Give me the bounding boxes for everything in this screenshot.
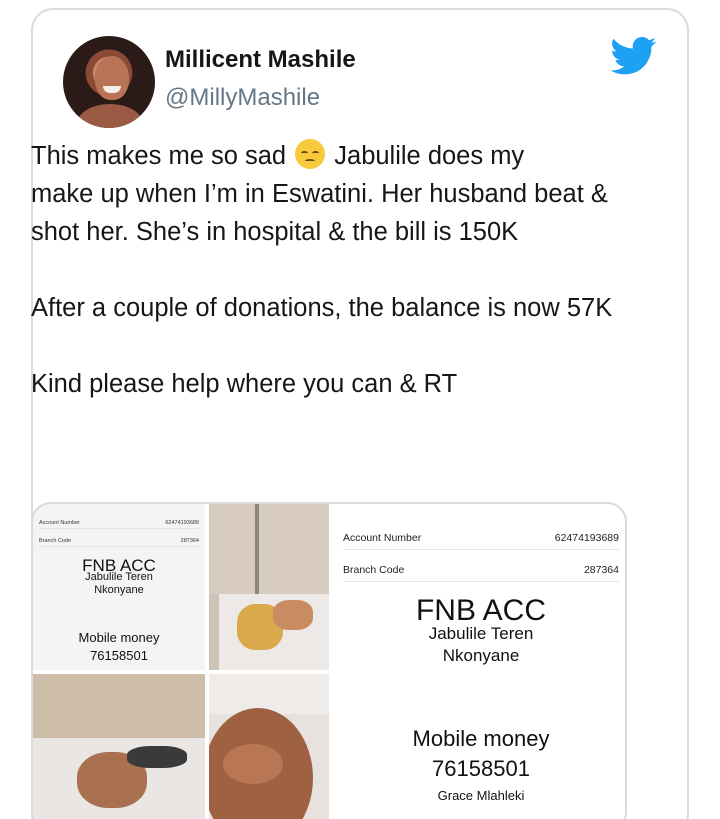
avatar[interactable] [63, 36, 155, 128]
account-value: 62474193689 [554, 532, 619, 544]
branch-row: Branch Code 287364 [343, 564, 619, 582]
disappointed-face-icon [295, 139, 326, 169]
mini-account-row: Account Number 62474193689 [39, 520, 199, 529]
twitter-bird-icon[interactable] [611, 36, 657, 76]
media-photo-hospital-2[interactable] [33, 674, 205, 819]
account-label: Account Number [343, 532, 422, 544]
display-name[interactable]: Millicent Mashile [165, 46, 356, 74]
tweet-text-start: This makes me so sad [31, 142, 294, 170]
tweet-text-body: make up when I’m in Eswatini. Her husban… [31, 180, 613, 398]
mobile-money-name: Grace Mlahleki [437, 788, 525, 803]
mini-branch-value: 287364 [180, 538, 199, 544]
media-receipt-small[interactable]: Account Number 62474193689 Branch Code 2… [33, 504, 205, 670]
mobile-money-label: Mobile money [412, 726, 550, 751]
tweet-text-line1-end: Jabulile does my [327, 142, 525, 170]
account-row: Account Number 62474193689 [343, 532, 619, 550]
mini-branch-label: Branch Code [39, 538, 72, 544]
media-receipt-large[interactable]: Account Number 62474193689 Branch Code 2… [333, 504, 625, 819]
mini-mobile-number: 76158501 [90, 648, 148, 663]
mobile-money-number: 76158501 [432, 756, 530, 781]
account-holder-name2: Nkonyane [442, 646, 520, 665]
branch-label: Branch Code [343, 564, 405, 576]
branch-value: 287364 [583, 564, 619, 576]
mini-name1: Jabulile Teren [85, 571, 153, 583]
mini-branch-row: Branch Code 287364 [39, 538, 199, 547]
media-grid[interactable]: Account Number 62474193689 Branch Code 2… [31, 502, 627, 819]
mini-name2: Nkonyane [94, 584, 144, 596]
bank-name: FNB ACC [415, 594, 547, 627]
mini-mobile-label: Mobile money [78, 630, 160, 645]
media-photo-closeup[interactable] [209, 674, 329, 819]
tweet-text: This makes me so sad Jabulile does my ma… [31, 137, 631, 403]
user-handle[interactable]: @MillyMashile [165, 84, 320, 112]
account-holder-name1: Jabulile Teren [428, 624, 534, 643]
media-photo-hospital-1[interactable] [209, 504, 329, 670]
mini-account-label: Account Number [39, 520, 80, 526]
mini-account-value: 62474193689 [165, 520, 199, 526]
